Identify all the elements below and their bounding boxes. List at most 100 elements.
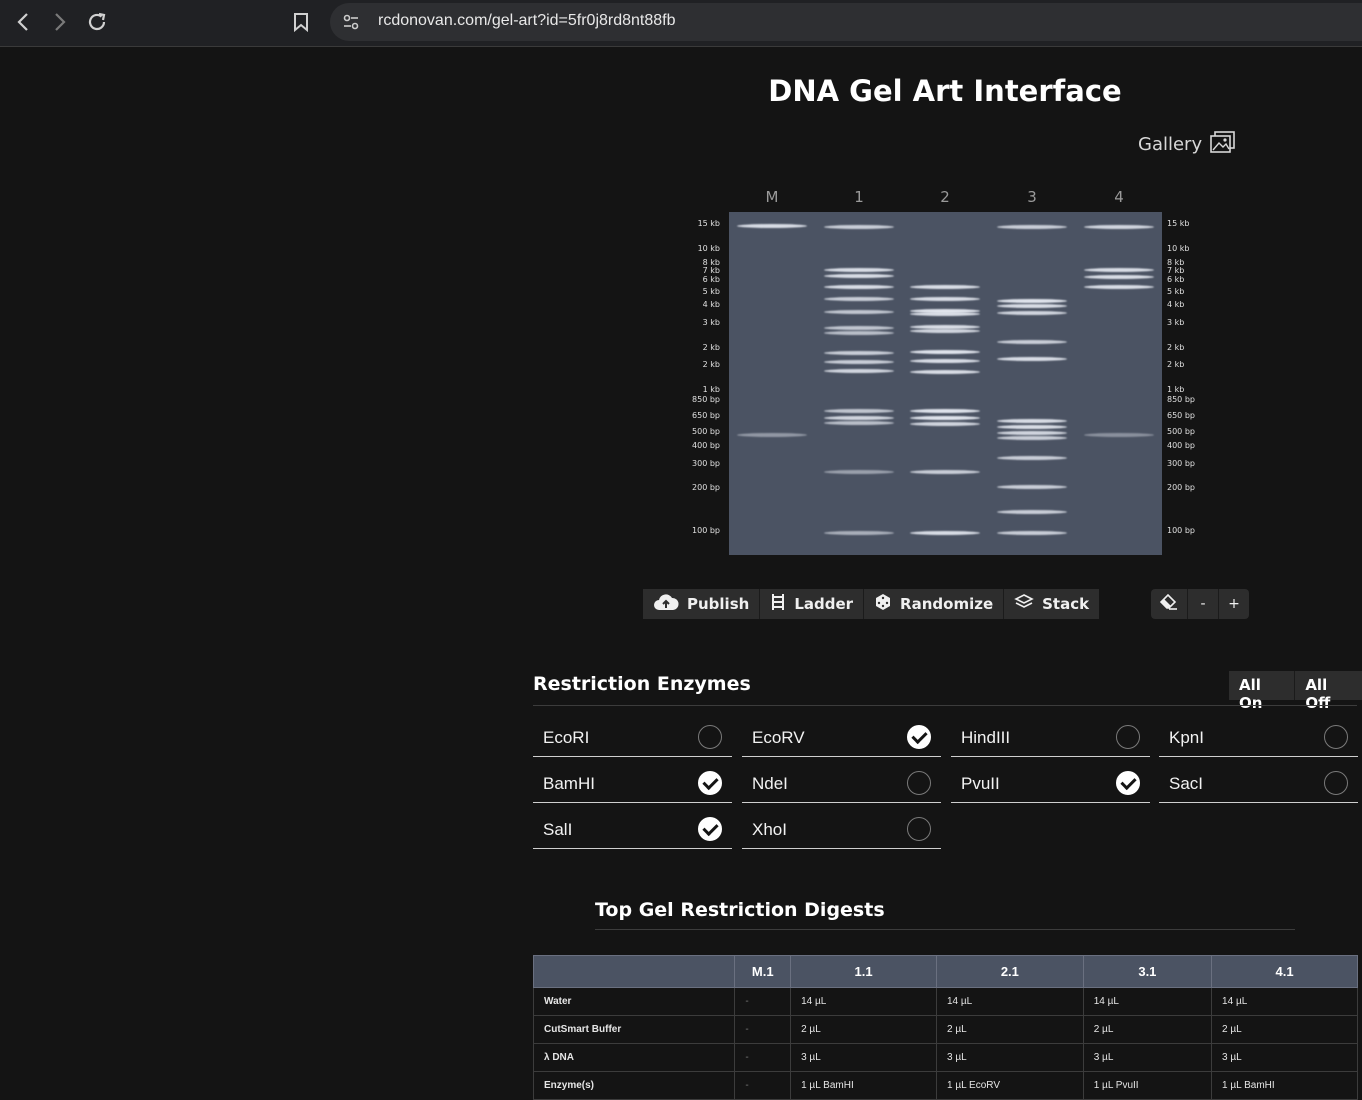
layers-icon bbox=[1014, 593, 1034, 615]
size-label: 3 kb bbox=[702, 318, 720, 327]
size-label: 2 kb bbox=[1167, 343, 1185, 352]
size-label: 7 kb bbox=[702, 266, 720, 275]
bookmark-icon[interactable] bbox=[286, 8, 316, 36]
enzyme-xhoi[interactable]: XhoI bbox=[742, 814, 941, 849]
enzyme-saci[interactable]: SacI bbox=[1159, 768, 1358, 803]
enzyme-label: PvuII bbox=[961, 774, 1000, 793]
enzyme-bamhi[interactable]: BamHI bbox=[533, 768, 732, 803]
url-text: rcdonovan.com/gel-art?id=5fr0j8rd8nt88fb bbox=[378, 12, 676, 29]
forward-icon[interactable] bbox=[45, 8, 75, 36]
eraser-icon bbox=[1159, 593, 1178, 614]
gel-band bbox=[824, 351, 894, 355]
size-label: 5 kb bbox=[702, 287, 720, 296]
size-label: 6 kb bbox=[702, 275, 720, 284]
gel-band bbox=[824, 421, 894, 425]
digests-table: M.1 1.1 2.1 3.1 4.1 Water -14 µL 14 µL 14 µL 14 … bbox=[532, 955, 1358, 1100]
enzyme-label: KpnI bbox=[1169, 728, 1204, 747]
table-cell: - bbox=[734, 1015, 792, 1044]
randomize-button[interactable]: Randomize bbox=[864, 589, 1005, 619]
eraser-button[interactable] bbox=[1151, 589, 1188, 619]
all-off-button[interactable]: All Off bbox=[1294, 671, 1362, 712]
unchecked-icon[interactable] bbox=[1324, 725, 1348, 749]
checked-icon[interactable] bbox=[907, 725, 931, 749]
enzyme-kpni[interactable]: KpnI bbox=[1159, 722, 1358, 757]
table-cell: - bbox=[734, 1071, 792, 1100]
enzyme-sali[interactable]: SalI bbox=[533, 814, 732, 849]
table-cell: 2 µL bbox=[1082, 1015, 1213, 1044]
gallery-label: Gallery bbox=[1138, 134, 1203, 155]
table-cell: 1 µL EcoRV bbox=[935, 1071, 1084, 1100]
size-label: 200 bp bbox=[1167, 483, 1195, 492]
gel-band bbox=[737, 224, 807, 228]
unchecked-icon[interactable] bbox=[698, 725, 722, 749]
enzyme-ndei[interactable]: NdeI bbox=[742, 768, 941, 803]
enzyme-pvuii[interactable]: PvuII bbox=[951, 768, 1150, 803]
gallery-link[interactable]: Gallery bbox=[1138, 130, 1236, 159]
site-settings-icon[interactable] bbox=[342, 13, 360, 35]
size-label: 500 bp bbox=[1167, 427, 1195, 436]
unchecked-icon[interactable] bbox=[1116, 725, 1140, 749]
row-label: Enzyme(s) bbox=[532, 1071, 736, 1100]
gel-band bbox=[737, 433, 807, 437]
size-label: 1 kb bbox=[702, 385, 720, 394]
dice-icon bbox=[874, 593, 892, 615]
gel-band bbox=[997, 299, 1067, 303]
gel-band bbox=[1084, 225, 1154, 229]
ladder-button[interactable]: Ladder bbox=[760, 589, 865, 619]
gel-band bbox=[997, 311, 1067, 315]
size-label: 15 kb bbox=[1167, 219, 1190, 228]
table-cell: 14 µL bbox=[935, 987, 1084, 1016]
column-header: 4.1 bbox=[1211, 955, 1358, 988]
gel-band bbox=[910, 297, 980, 301]
enzyme-label: EcoRI bbox=[543, 728, 590, 747]
checked-icon[interactable] bbox=[1116, 771, 1140, 795]
gel-band bbox=[824, 268, 894, 272]
stack-button[interactable]: Stack bbox=[1004, 589, 1100, 619]
gel-band bbox=[997, 357, 1067, 361]
gel-band bbox=[910, 312, 980, 316]
divider bbox=[533, 705, 1357, 706]
gel-band bbox=[997, 436, 1067, 440]
size-label: 5 kb bbox=[1167, 287, 1185, 296]
gel-band bbox=[910, 470, 980, 474]
all-on-button[interactable]: All On bbox=[1229, 671, 1295, 712]
size-label: 300 bp bbox=[692, 459, 720, 468]
enzyme-label: SalI bbox=[543, 820, 573, 839]
gel-band bbox=[997, 340, 1067, 344]
gel-band bbox=[824, 285, 894, 289]
address-bar[interactable]: rcdonovan.com/gel-art?id=5fr0j8rd8nt88fb bbox=[330, 3, 1362, 41]
table-cell: 3 µL bbox=[1082, 1043, 1213, 1072]
enzyme-label: HindIII bbox=[961, 728, 1011, 747]
gel-band bbox=[910, 370, 980, 374]
checked-icon[interactable] bbox=[698, 817, 722, 841]
unchecked-icon[interactable] bbox=[1324, 771, 1348, 795]
enzyme-ecori[interactable]: EcoRI bbox=[533, 722, 732, 757]
size-label: 850 bp bbox=[1167, 395, 1195, 404]
column-header: 1.1 bbox=[790, 955, 937, 988]
unchecked-icon[interactable] bbox=[907, 771, 931, 795]
enzyme-label: BamHI bbox=[543, 774, 595, 793]
size-label: 1 kb bbox=[1167, 385, 1185, 394]
gel-band bbox=[997, 510, 1067, 514]
size-label: 400 bp bbox=[692, 441, 720, 450]
gel-band bbox=[997, 431, 1067, 435]
decrease-button[interactable]: - bbox=[1188, 589, 1219, 619]
back-icon[interactable] bbox=[8, 8, 38, 36]
digests-heading: Top Gel Restriction Digests bbox=[595, 899, 885, 921]
enzyme-hindiii[interactable]: HindIII bbox=[951, 722, 1150, 757]
gel-band bbox=[1084, 285, 1154, 289]
reload-icon[interactable] bbox=[82, 8, 112, 36]
gel-band bbox=[910, 285, 980, 289]
gel-band bbox=[1084, 268, 1154, 272]
checked-icon[interactable] bbox=[698, 771, 722, 795]
gel-band bbox=[910, 409, 980, 413]
increase-button[interactable]: + bbox=[1219, 589, 1249, 619]
gel-image bbox=[729, 212, 1162, 555]
gel-band bbox=[910, 350, 980, 354]
unchecked-icon[interactable] bbox=[907, 817, 931, 841]
enzyme-label: XhoI bbox=[752, 820, 787, 839]
randomize-label: Randomize bbox=[900, 595, 994, 613]
publish-button[interactable]: Publish bbox=[643, 589, 761, 619]
enzyme-ecorv[interactable]: EcoRV bbox=[742, 722, 941, 757]
size-label: 7 kb bbox=[1167, 266, 1185, 275]
